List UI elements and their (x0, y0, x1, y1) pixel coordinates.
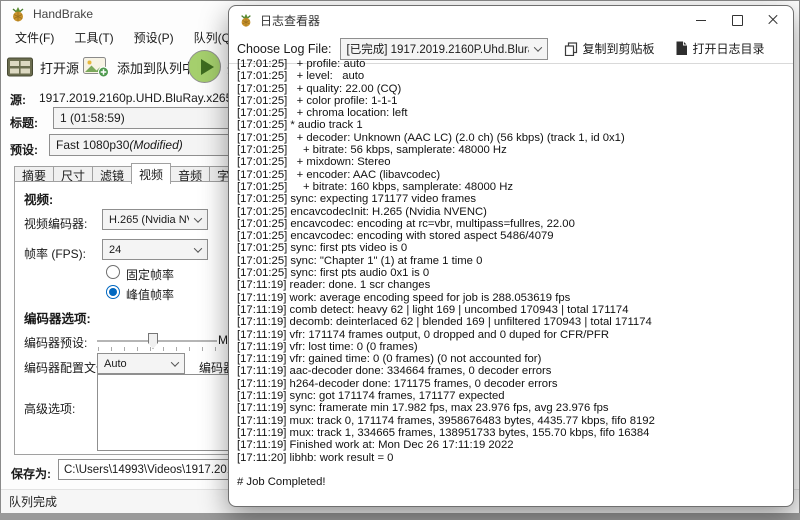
constant-framerate-radio[interactable] (106, 265, 120, 279)
maximize-button[interactable] (719, 6, 755, 34)
chevron-down-icon (193, 213, 203, 223)
framerate-label: 帧率 (FPS): (24, 247, 86, 261)
save-as-label: 保存为: (11, 467, 51, 481)
log-line: [17:11:19] Finished work at: Mon Dec 26 … (237, 439, 514, 452)
log-line: [17:11:19] h264-decoder done: 171175 fra… (237, 377, 558, 390)
main-window-title: HandBrake (33, 7, 94, 21)
peak-framerate-label: 峰值帧率 (126, 288, 175, 302)
video-section-heading: 视频: (24, 193, 54, 207)
log-line: [17:11:19] comb detect: heavy 62 | light… (237, 303, 629, 316)
constant-framerate-label: 固定帧率 (126, 268, 175, 282)
copy-to-clipboard-label: 复制到剪贴板 (582, 42, 655, 56)
log-line: [17:01:25] * audio track 1 (237, 119, 363, 132)
log-line: [17:01:25] + chroma location: left (237, 107, 408, 120)
window-controls (683, 6, 791, 34)
chevron-down-icon (533, 42, 542, 52)
preset-modified-flag: (Modified) (129, 138, 183, 152)
log-line: [17:01:25] encavcodec: encoding with sto… (237, 230, 554, 243)
log-line: [17:01:25] + encoder: AAC (libavcodec) (237, 168, 441, 181)
log-line: [17:11:19] mux: track 0, 171174 frames, … (237, 414, 655, 427)
chevron-down-icon (170, 357, 180, 367)
log-line: [17:01:25] + quality: 22.00 (CQ) (237, 82, 402, 95)
video-encoder-combobox[interactable]: H.265 (Nvidia NV (102, 209, 208, 230)
log-line: [17:01:25] + decoder: Unknown (AAC LC) (… (237, 131, 625, 144)
log-line: [17:11:19] aac-decoder done: 334664 fram… (237, 365, 552, 378)
log-line: [17:01:25] + profile: auto (237, 58, 366, 70)
log-viewer-window: 日志查看器 Choose Log File: [已完成] 1917.2019.2… (228, 5, 794, 507)
log-line: [17:01:25] encavcodec: encoding at rc=vb… (237, 217, 575, 230)
video-encoder-label: 视频编码器: (24, 217, 88, 231)
log-line: [17:11:19] vfr: gained time: 0 (0 frames… (237, 353, 542, 366)
open-source-label: 打开源 (40, 60, 80, 76)
log-line: [17:01:25] + bitrate: 160 kbps, samplera… (237, 180, 514, 193)
title-label: 标题: (10, 116, 38, 130)
add-to-queue-label: 添加到队列中 (117, 60, 196, 76)
log-window-title: 日志查看器 (260, 13, 321, 28)
log-line: [17:01:25] sync: "Chapter 1" (1) at fram… (237, 254, 483, 267)
slider-tick-marks (98, 347, 218, 351)
encoder-profile-value: Auto (104, 357, 127, 370)
open-log-directory-label: 打开日志目录 (692, 42, 765, 56)
handbrake-logo-icon (12, 7, 24, 22)
log-line: [17:11:19] sync: framerate min 17.982 fp… (237, 402, 609, 415)
preset-label: 预设: (10, 143, 38, 157)
handbrake-logo-icon (241, 13, 251, 27)
framerate-combobox[interactable]: 24 (102, 239, 208, 260)
menu-tools[interactable]: 工具(T) (66, 27, 121, 48)
add-to-queue-icon (83, 56, 109, 77)
copy-to-clipboard-button[interactable]: 复制到剪贴板 (560, 37, 659, 60)
status-text: 队列完成 (9, 495, 58, 509)
log-titlebar[interactable]: 日志查看器 (229, 6, 793, 34)
start-encode-play-icon[interactable] (188, 50, 221, 83)
desktop-edge (0, 513, 800, 520)
minimize-button[interactable] (683, 6, 719, 34)
source-label: 源: (10, 93, 26, 107)
preset-combobox-value: Fast 1080p30 (56, 138, 130, 152)
video-encoder-value: H.265 (Nvidia NV (109, 213, 189, 226)
log-file-value: [已完成] 1917.2019.2160P.Uhd.Bluray.X (346, 43, 529, 56)
encoder-preset-label: 编码器预设: (24, 336, 88, 350)
open-log-directory-button[interactable]: 打开日志目录 (671, 37, 769, 60)
choose-log-file-label: Choose Log File: (237, 41, 332, 56)
close-button[interactable] (755, 6, 791, 34)
film-strip-icon (7, 57, 33, 77)
log-line: [17:11:19] vfr: lost time: 0 (0 frames) (237, 340, 418, 353)
encoder-profile-combobox[interactable]: Auto (97, 353, 185, 374)
log-line: [17:11:19] sync: got 171174 frames, 1711… (237, 390, 505, 403)
log-line: [17:01:25] sync: first pts video is 0 (237, 242, 408, 255)
log-line: [17:01:25] sync: first pts audio 0x1 is … (237, 267, 430, 280)
log-line: # Job Completed! (237, 476, 326, 489)
encoder-options-heading: 编码器选项: (24, 312, 91, 326)
log-line: [17:01:25] encavcodecInit: H.265 (Nvidia… (237, 205, 487, 218)
peak-framerate-radio[interactable] (106, 285, 120, 299)
copy-icon (564, 41, 577, 56)
log-line: [17:01:25] + level: auto (237, 70, 365, 83)
log-line: [17:11:19] reader: done. 1 scr changes (237, 279, 431, 292)
log-output[interactable]: [17:01:25] + profile: auto [17:01:25] + l… (237, 58, 789, 504)
open-source-button[interactable]: 打开源 (7, 49, 79, 85)
log-file-combobox[interactable]: [已完成] 1917.2019.2160P.Uhd.Bluray.X (339, 37, 548, 60)
log-line: [17:01:25] + bitrate: 56 kbps, samplerat… (237, 144, 507, 157)
log-line: [17:11:19] vfr: 171174 frames output, 0 … (237, 328, 609, 341)
log-line: [17:11:19] work: average encoding speed … (237, 291, 571, 304)
log-line: [17:01:25] + mixdown: Stereo (237, 156, 391, 169)
chevron-down-icon (193, 243, 203, 253)
menu-presets[interactable]: 预设(P) (126, 27, 182, 48)
log-line: [17:01:25] + color profile: 1-1-1 (237, 94, 398, 107)
advanced-options-label: 高级选项: (24, 402, 76, 416)
menu-file[interactable]: 文件(F) (7, 27, 62, 48)
log-line: [17:01:25] sync: expecting 171177 video … (237, 193, 477, 206)
framerate-value: 24 (109, 243, 122, 256)
log-line: [17:11:19] mux: track 1, 334665 frames, … (237, 426, 650, 439)
log-directory-icon (676, 41, 687, 55)
log-line: [17:11:19] decomb: deinterlaced 62 | ble… (237, 316, 652, 329)
tab-video[interactable]: 视频 (131, 163, 172, 184)
log-line: [17:11:20] libhb: work result = 0 (237, 451, 394, 464)
